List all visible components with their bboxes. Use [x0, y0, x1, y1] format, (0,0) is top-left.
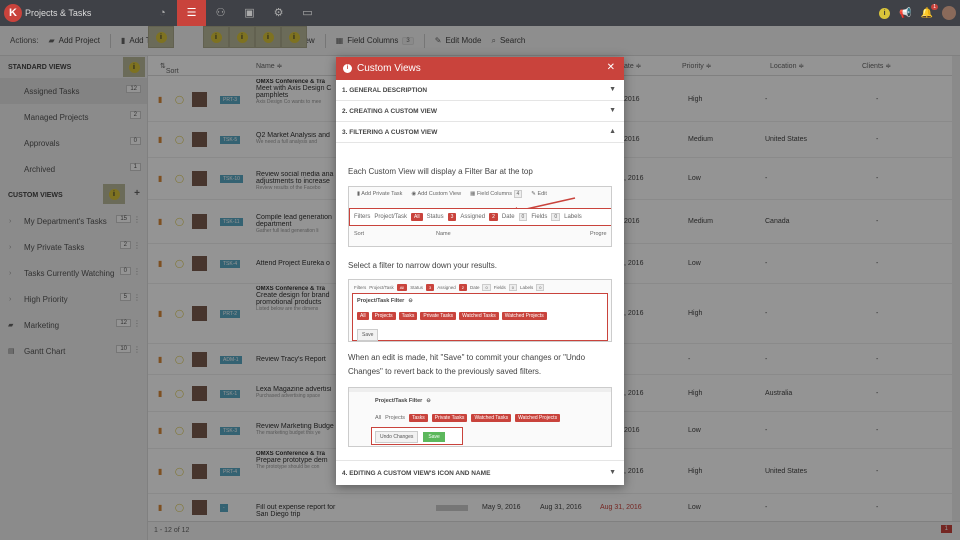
gear-icon[interactable]: ⚙	[264, 0, 293, 26]
people-icon[interactable]: ⚇	[206, 0, 235, 26]
section-creating-view[interactable]: 2. CREATING A CUSTOM VIEW ▼	[336, 101, 624, 122]
modal-title: Custom Views	[357, 63, 421, 74]
top-bar: K Projects & Tasks ◔ ☰ ⚇ ▣ ⚙ ▭ i 📢 🔔 1	[0, 0, 960, 26]
bell-icon[interactable]: 🔔 1	[921, 3, 938, 19]
top-nav: ◔ ☰ ⚇ ▣ ⚙ ▭	[148, 0, 322, 26]
info-icon: i	[343, 64, 352, 73]
add-private-task-label: ▮ Add Private Task	[357, 191, 403, 197]
instruction-text-3: When an edit is made, hit "Save" to comm…	[348, 353, 586, 376]
megaphone-icon[interactable]: 📢	[899, 8, 911, 19]
dashboard-icon[interactable]: ◔	[148, 0, 177, 26]
section-general-description[interactable]: 1. GENERAL DESCRIPTION ▼	[336, 80, 624, 101]
section-filtering-view[interactable]: 3. FILTERING A CUSTOM VIEW ▲	[336, 122, 624, 143]
custom-views-modal: i Custom Views ✕ 1. GENERAL DESCRIPTION ▼…	[336, 57, 624, 485]
contact-card-icon[interactable]: ▣	[235, 0, 264, 26]
filter-bar-screenshot: ▮ Add Private Task ◉ Add Custom View ▦ F…	[348, 186, 612, 247]
app-title[interactable]: Projects & Tasks	[25, 8, 91, 18]
info-icon[interactable]: i	[879, 7, 891, 19]
add-custom-view-label: ◉ Add Custom View	[411, 191, 462, 197]
top-right-tools: i 📢 🔔 1	[879, 0, 956, 26]
caret-down-icon: ▼	[609, 469, 616, 476]
user-avatar[interactable]	[942, 6, 956, 20]
filter-select-screenshot: Filters Project/Task All Status 3 Assigned…	[348, 279, 612, 342]
caret-down-icon: ▼	[609, 107, 616, 114]
instruction-text-1: Each Custom View will display a Filter B…	[348, 167, 533, 176]
instruction-text-2: Select a filter to narrow down your resu…	[348, 261, 497, 270]
caret-down-icon: ▼	[609, 86, 616, 93]
section-body: Each Custom View will display a Filter B…	[336, 143, 624, 460]
app-logo[interactable]: K	[4, 4, 22, 22]
billing-icon[interactable]: ▭	[293, 0, 322, 26]
notification-badge: 1	[931, 3, 938, 10]
section-editing-icon-name[interactable]: 4. EDITING A CUSTOM VIEW'S ICON AND NAME…	[336, 460, 624, 485]
undo-save-screenshot: Project/Task Filter ⊖ All Projects Tasks…	[348, 387, 612, 447]
caret-up-icon: ▲	[609, 128, 616, 135]
modal-header: i Custom Views ✕	[336, 57, 624, 80]
close-icon[interactable]: ✕	[607, 62, 615, 73]
list-icon[interactable]: ☰	[177, 0, 206, 26]
